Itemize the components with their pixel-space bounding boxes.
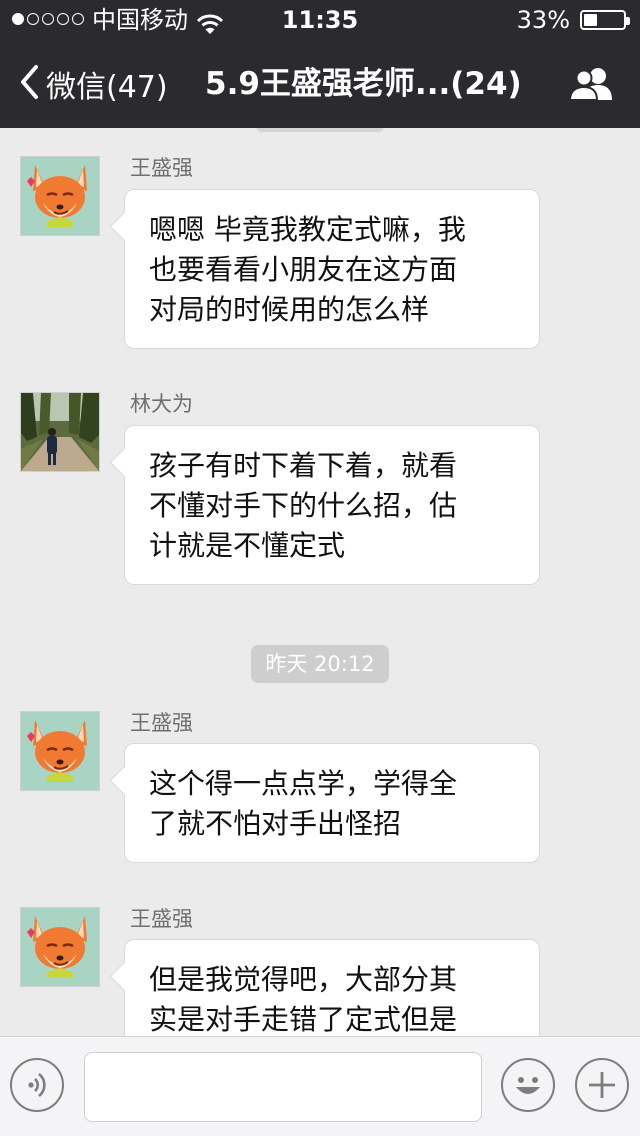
message-line: 但是我觉得吧，大部分其 <box>149 963 458 996</box>
message-line: 嗯嗯 毕竟我教定式嘛，我 <box>149 213 466 246</box>
message-line: 这个得一点点学，学得全 <box>149 767 458 800</box>
fox-avatar[interactable] <box>20 907 100 987</box>
photo-avatar[interactable] <box>20 392 100 472</box>
back-label: 微信(47) <box>46 70 168 105</box>
battery-percent: 33% <box>516 6 570 34</box>
message-line: 孩子有时下着下着，就看 <box>149 449 458 482</box>
group-members-icon[interactable] <box>568 66 616 106</box>
message-line: 不懂对手下的什么招，估 <box>149 489 458 522</box>
message-bubble[interactable]: 但是我觉得吧，大部分其 实是对手走错了定式但是 <box>124 939 540 1036</box>
top-bar: 中国移动 11:35 33% 微信(47) 5.9王盛强老师...(24) <box>0 0 640 128</box>
input-bar <box>0 1036 640 1136</box>
message-line: 也要看看小朋友在这方面 <box>149 253 458 286</box>
plus-icon <box>577 1072 627 1114</box>
fox-avatar[interactable] <box>20 711 100 791</box>
sender-name: 林大为 <box>130 392 193 416</box>
message-line: 了就不怕对手出怪招 <box>149 807 402 840</box>
chevron-left-icon <box>18 64 40 104</box>
back-button[interactable]: 微信(47) <box>18 62 168 106</box>
nav-bar: 微信(47) 5.9王盛强老师...(24) <box>0 40 640 128</box>
chat-area[interactable]: 王盛强 嗯嗯 毕竟我教定式嘛，我 也要看看小朋友在这方面 对局的时候用的怎么样 … <box>0 128 640 1036</box>
more-button[interactable] <box>575 1058 629 1112</box>
timestamp-badge: 昨天 20:12 <box>251 645 389 683</box>
message-line: 计就是不懂定式 <box>149 529 346 562</box>
status-bar: 中国移动 11:35 33% <box>0 0 640 40</box>
chat-title: 5.9王盛强老师...(24) <box>205 66 522 102</box>
clipped-timestamp <box>256 128 384 132</box>
sender-name: 王盛强 <box>130 711 193 735</box>
voice-icon <box>12 1072 62 1114</box>
message-bubble[interactable]: 嗯嗯 毕竟我教定式嘛，我 也要看看小朋友在这方面 对局的时候用的怎么样 <box>124 189 540 349</box>
battery-icon <box>580 10 630 30</box>
voice-button[interactable] <box>10 1058 64 1112</box>
sender-name: 王盛强 <box>130 907 193 931</box>
sender-name: 王盛强 <box>130 156 193 180</box>
emoji-icon <box>503 1077 553 1114</box>
emoji-button[interactable] <box>501 1058 555 1112</box>
message-line: 对局的时候用的怎么样 <box>149 293 430 326</box>
message-input[interactable] <box>84 1052 482 1122</box>
message-line: 实是对手走错了定式但是 <box>149 1003 458 1036</box>
fox-avatar[interactable] <box>20 156 100 236</box>
message-bubble[interactable]: 孩子有时下着下着，就看 不懂对手下的什么招，估 计就是不懂定式 <box>124 425 540 585</box>
message-bubble[interactable]: 这个得一点点学，学得全 了就不怕对手出怪招 <box>124 743 540 863</box>
